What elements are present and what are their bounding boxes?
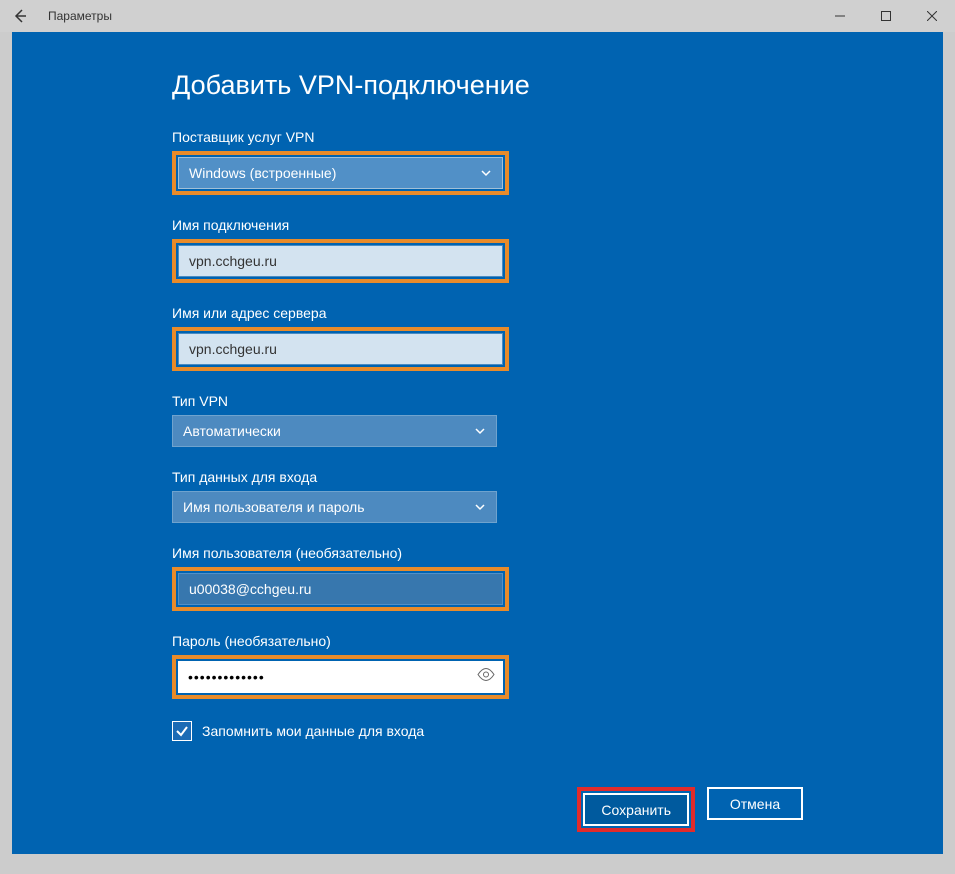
arrow-left-icon [12, 8, 28, 24]
vpn-add-panel: Добавить VPN-подключение Поставщик услуг… [12, 32, 943, 854]
signin-type-select[interactable]: Имя пользователя и пароль [172, 491, 497, 523]
connection-name-label: Имя подключения [172, 217, 943, 233]
remember-credentials-row: Запомнить мои данные для входа [172, 721, 943, 741]
server-address-field-group: Имя или адрес сервера [172, 305, 943, 371]
password-label: Пароль (необязательно) [172, 633, 943, 649]
maximize-button[interactable] [863, 0, 909, 32]
minimize-button[interactable] [817, 0, 863, 32]
close-button[interactable] [909, 0, 955, 32]
signin-type-label: Тип данных для входа [172, 469, 943, 485]
checkmark-icon [175, 724, 189, 738]
chevron-down-icon [474, 501, 486, 513]
password-input[interactable] [178, 661, 503, 693]
provider-select[interactable]: Windows (встроенные) [178, 157, 503, 189]
settings-window: Параметры Добавить VPN-подключение Поста… [0, 0, 955, 874]
username-field-group: Имя пользователя (необязательно) [172, 545, 943, 611]
vpn-type-select[interactable]: Автоматически [172, 415, 497, 447]
signin-type-field-group: Тип данных для входа Имя пользователя и … [172, 469, 943, 523]
server-address-input[interactable] [178, 333, 503, 365]
server-address-label: Имя или адрес сервера [172, 305, 943, 321]
button-row: Сохранить Отмена [577, 787, 803, 832]
highlight-username [172, 567, 509, 611]
reveal-password-button[interactable] [477, 668, 495, 687]
highlight-provider: Windows (встроенные) [172, 151, 509, 195]
connection-name-input[interactable] [178, 245, 503, 277]
username-input[interactable] [178, 573, 503, 605]
vpn-type-value: Автоматически [183, 423, 281, 439]
highlight-save: Сохранить [577, 787, 695, 832]
page-title: Добавить VPN-подключение [172, 70, 943, 101]
vpn-type-label: Тип VPN [172, 393, 943, 409]
remember-credentials-checkbox[interactable] [172, 721, 192, 741]
eye-icon [477, 668, 495, 682]
highlight-server-address [172, 327, 509, 371]
remember-credentials-label: Запомнить мои данные для входа [202, 723, 424, 739]
chevron-down-icon [480, 167, 492, 179]
highlight-password [172, 655, 509, 699]
password-field-group: Пароль (необязательно) [172, 633, 943, 699]
save-button[interactable]: Сохранить [583, 793, 689, 826]
titlebar-title: Параметры [48, 9, 112, 23]
username-label: Имя пользователя (необязательно) [172, 545, 943, 561]
signin-type-value: Имя пользователя и пароль [183, 499, 365, 515]
connection-name-field-group: Имя подключения [172, 217, 943, 283]
minimize-icon [835, 11, 845, 21]
titlebar: Параметры [0, 0, 955, 32]
vpn-type-field-group: Тип VPN Автоматически [172, 393, 943, 447]
highlight-connection-name [172, 239, 509, 283]
chevron-down-icon [474, 425, 486, 437]
provider-field-group: Поставщик услуг VPN Windows (встроенные) [172, 129, 943, 195]
cancel-button[interactable]: Отмена [707, 787, 803, 820]
maximize-icon [881, 11, 891, 21]
provider-value: Windows (встроенные) [189, 165, 336, 181]
window-controls [817, 0, 955, 32]
back-button[interactable] [8, 4, 32, 28]
provider-label: Поставщик услуг VPN [172, 129, 943, 145]
close-icon [927, 11, 937, 21]
